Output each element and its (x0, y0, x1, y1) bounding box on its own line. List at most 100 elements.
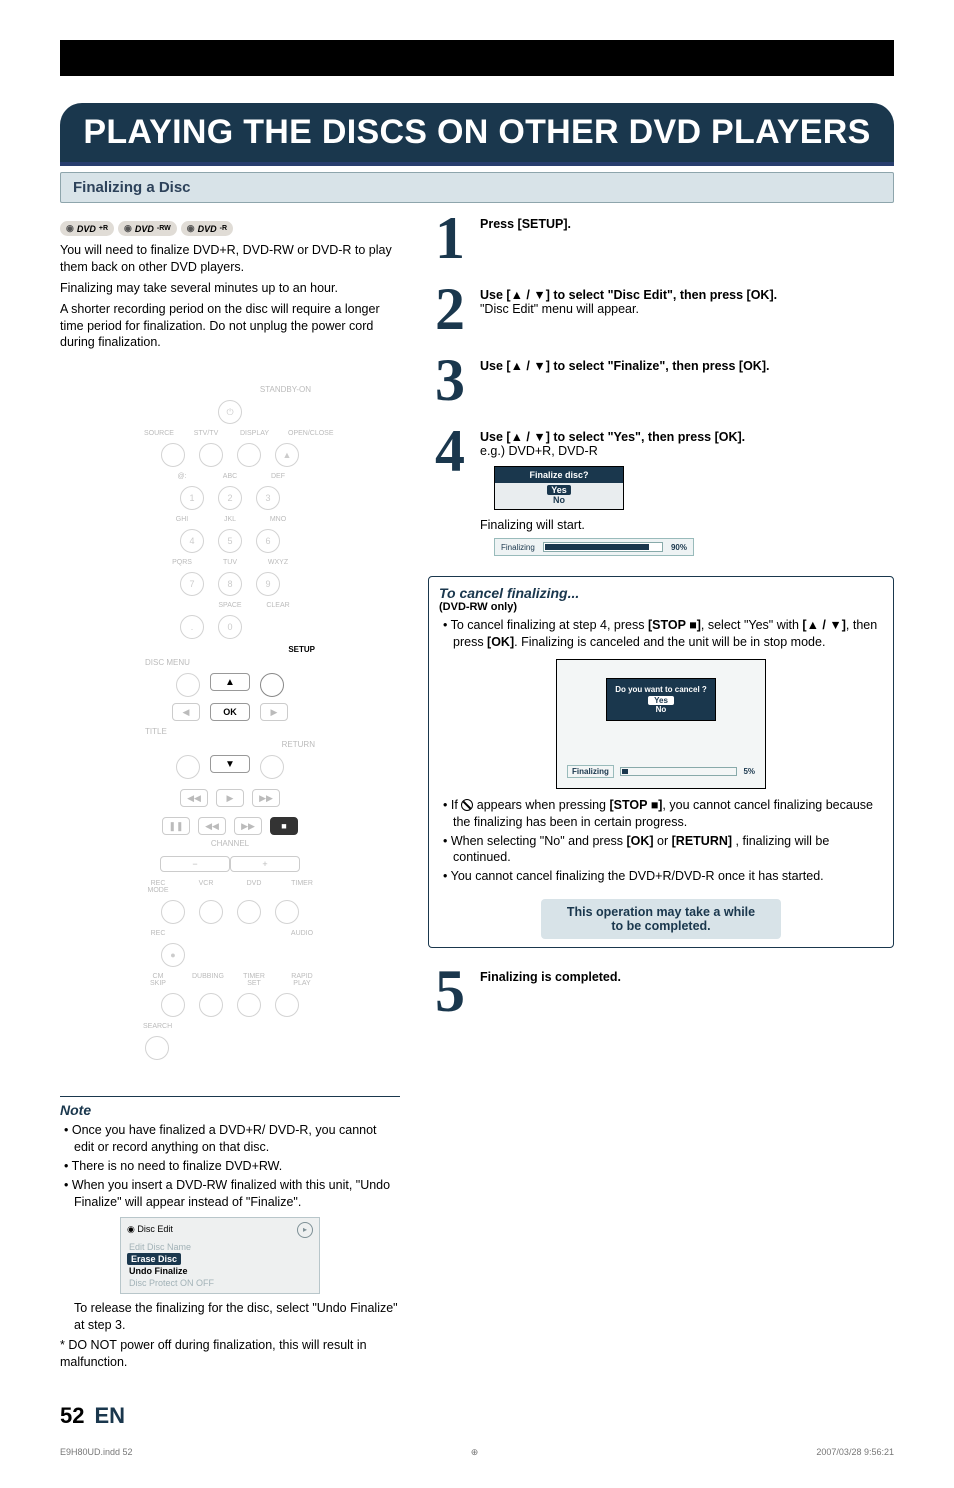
note-item-3: When you insert a DVD-RW finalized with … (64, 1177, 400, 1211)
rb-sp2 (237, 943, 261, 967)
kp-lbl-clear: CLEAR (264, 602, 292, 609)
kp-lbl-def: DEF (264, 473, 292, 480)
remote-right-button: ▶ (260, 703, 288, 721)
rb-sp3 (275, 943, 299, 967)
key-6: 6 (256, 529, 280, 553)
s3-a: Use [ (480, 359, 511, 373)
key-4: 4 (180, 529, 204, 553)
rb-sp1 (199, 943, 223, 967)
step-4: 4 Use [▲ / ▼] to select "Yes", then pres… (428, 426, 894, 556)
progress-pct: 90% (671, 543, 687, 552)
s4-start: Finalizing will start. (480, 518, 585, 532)
kp-lbl-pqrs: PQRS (168, 559, 196, 566)
s3-c: ] to select "Finalize", then press [OK]. (546, 359, 770, 373)
remote-prev-icon: ◀◀ (180, 789, 208, 807)
finalizing-progress: Finalizing 90% (494, 538, 694, 556)
s4-b: / (523, 430, 533, 444)
s2-c: ] to select "Disc Edit", then press [OK]… (546, 288, 777, 302)
remote-lbl-display: DISPLAY (240, 430, 268, 437)
step-4-num: 4 (428, 426, 472, 477)
kp-lbl-ghi: GHI (168, 516, 196, 523)
step-1-text: Press [SETUP]. (480, 217, 571, 231)
remote-setup-button (260, 673, 284, 697)
step-5-text: Finalizing is completed. (480, 970, 621, 984)
step-1-num: 1 (428, 213, 472, 264)
remote-ok-button: OK (210, 703, 250, 721)
fd-yes: Yes (547, 485, 571, 495)
ci3b: [OK] (627, 834, 654, 848)
step-2-num: 2 (428, 284, 472, 335)
key-9: 9 (256, 572, 280, 596)
cancel-dialog-q: Do you want to cancel ? (611, 685, 711, 694)
step-3-num: 3 (428, 355, 472, 406)
remote-btn-stvtv (199, 443, 223, 467)
cancel-dialog-inner: Do you want to cancel ? Yes No (606, 678, 716, 721)
cancel-dialog-yes: Yes (648, 696, 674, 705)
standby-icon: ⏻ (218, 400, 242, 424)
rb-dubbing (199, 993, 223, 1017)
remote-btn-display (237, 443, 261, 467)
note-list: Once you have finalized a DVD+R/ DVD-R, … (60, 1122, 400, 1210)
step-5: 5 Finalizing is completed. (428, 966, 894, 1017)
s4-c: ] to select "Yes", then press [OK]. (546, 430, 745, 444)
remote-ff-icon: ▶▶ (234, 817, 262, 835)
print-file: E9H80UD.indd 52 (60, 1447, 133, 1458)
page-title: PLAYING THE DISCS ON OTHER DVD PLAYERS (60, 103, 894, 166)
page-number: 52 (60, 1403, 84, 1429)
remote-left-button: ◀ (172, 703, 200, 721)
badge-dvd-plus-r: DVD+R (60, 221, 114, 236)
note-post2: * DO NOT power off during finalization, … (60, 1337, 400, 1371)
key-7: 7 (180, 572, 204, 596)
remote-play-icon: ▶ (216, 789, 244, 807)
key-3: 3 (256, 486, 280, 510)
note-item-1: Once you have finalized a DVD+R/ DVD-R, … (64, 1122, 400, 1156)
ci1a: To cancel finalizing at step 4, press (451, 618, 648, 632)
remote-btn-source (161, 443, 185, 467)
remote-return-label: RETURN (282, 740, 315, 749)
remote-standby-label: STANDBY-ON (135, 385, 325, 394)
rl-cmskip: CM SKIP (144, 973, 172, 987)
progress-label: Finalizing (501, 543, 535, 552)
key-5: 5 (218, 529, 242, 553)
rl-b6 (240, 930, 268, 937)
s4-a: Use [ (480, 430, 511, 444)
remote-discmenu-btn (176, 673, 200, 697)
remote-btn-openclose: ▲ (275, 443, 299, 467)
rl-dvd: DVD (240, 880, 268, 894)
kp-lbl-space: SPACE (216, 602, 244, 609)
progress-fill (545, 544, 650, 550)
intro-p2: Finalizing may take several minutes up t… (60, 280, 400, 297)
ci2c: [STOP ■] (609, 798, 662, 812)
remote-lbl-source: SOURCE (144, 430, 172, 437)
remote-pause-icon: ❚❚ (162, 817, 190, 835)
note-heading: Note (60, 1096, 400, 1118)
remote-discmenu-label: DISC MENU (145, 658, 190, 667)
rb-dvd (237, 900, 261, 924)
remote-next-icon: ▶▶ (252, 789, 280, 807)
remote-lbl-openclose: OPEN/CLOSE (288, 430, 316, 437)
progress-bar (543, 542, 663, 552)
key-0: 0 (218, 615, 242, 639)
kp-lbl-abc: ABC (216, 473, 244, 480)
ci1b: [STOP ■] (648, 618, 701, 632)
print-meta-footer: E9H80UD.indd 52 ⊕ 2007/03/28 9:56:21 (60, 1447, 894, 1458)
remote-setup-label: SETUP (288, 645, 315, 654)
disc-edit-title-text: Disc Edit (137, 1224, 173, 1234)
left-column: DVD+R DVD-RW DVD-R You will need to fina… (60, 213, 400, 1375)
fd-opts: Yes No (495, 483, 623, 509)
rl-timerset: TIMER SET (240, 973, 268, 987)
remote-ch-up: + (230, 856, 300, 872)
remote-rw-icon: ◀◀ (198, 817, 226, 835)
ci3a: When selecting "No" and press (451, 834, 627, 848)
rb-rec: ● (161, 943, 185, 967)
s3-b: / (523, 359, 533, 373)
rb-timerset (237, 993, 261, 1017)
ci3c: or (654, 834, 672, 848)
kp-lbl-jkl: JKL (216, 516, 244, 523)
badge-dvd-rw: DVD-RW (118, 221, 177, 236)
remote-title-label: TITLE (145, 727, 167, 736)
de-item-2-active: Undo Finalize (127, 1265, 313, 1277)
prohibit-icon (461, 799, 473, 811)
ci1c: , select "Yes" with (701, 618, 803, 632)
rl-search: SEARCH (143, 1023, 171, 1030)
